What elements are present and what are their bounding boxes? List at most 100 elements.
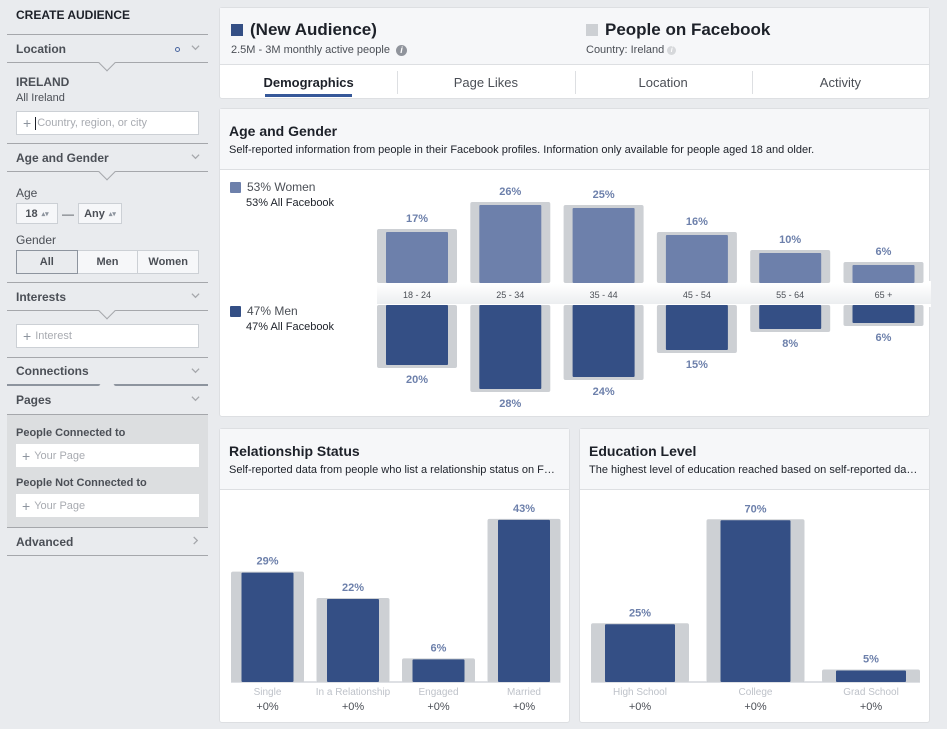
- women-value-label: 16%: [686, 216, 708, 228]
- tab-page-likes[interactable]: Page Likes: [397, 65, 574, 99]
- age-range-dash: —: [62, 206, 74, 221]
- chevron-right-icon[interactable]: [191, 536, 200, 545]
- value-label: 25%: [629, 607, 651, 619]
- age-category-label: 18 - 24: [403, 290, 431, 300]
- sidebar-title: CREATE AUDIENCE: [16, 8, 131, 22]
- age-max-select[interactable]: Any ▴▾: [78, 203, 122, 224]
- gender-men-button[interactable]: Men: [77, 250, 139, 274]
- age-min-select[interactable]: 18 ▴▾: [16, 203, 58, 224]
- data-bar: [836, 670, 906, 682]
- location-section-label: Location: [16, 41, 66, 56]
- location-section-header[interactable]: Location: [7, 34, 208, 72]
- connected-page-placeholder: Your Page: [34, 449, 86, 462]
- value-label: 22%: [342, 582, 364, 594]
- women-value-label: 10%: [779, 234, 801, 246]
- age-gender-description: Self-reported information from people in…: [229, 144, 815, 156]
- relationship-status-card: Relationship Status Self-reported data f…: [219, 428, 570, 723]
- gender-all-button[interactable]: All: [16, 250, 78, 274]
- education-level-card: Education Level The highest level of edu…: [579, 428, 930, 723]
- audience-header-card: (New Audience) 2.5M - 3M monthly active …: [219, 7, 930, 99]
- age-gender-section-body: Age 18 ▴▾ — Any ▴▾ Gender All Men Women: [7, 172, 208, 282]
- age-category-label: 25 - 34: [496, 290, 524, 300]
- interests-section-header[interactable]: Interests: [7, 282, 208, 320]
- age-category-label: 35 - 44: [590, 290, 618, 300]
- value-label: 5%: [863, 653, 879, 665]
- audience-title: (New Audience): [250, 20, 377, 39]
- category-label: Married: [507, 687, 541, 698]
- tab-location[interactable]: Location: [574, 65, 752, 99]
- women-value-label: 26%: [499, 186, 521, 198]
- age-category-label: 65 +: [875, 290, 893, 300]
- value-label: 29%: [256, 556, 278, 568]
- women-legend-label: 53% Women: [247, 180, 316, 194]
- men-bar: [759, 305, 822, 329]
- age-category-label: 55 - 64: [776, 290, 804, 300]
- age-gender-card: Age and Gender Self-reported information…: [219, 108, 931, 417]
- location-section-body: IRELAND All Ireland + Country, region, o…: [7, 63, 208, 143]
- data-bar: [241, 572, 294, 682]
- chevron-down-icon[interactable]: [191, 394, 200, 403]
- comparison-title: People on Facebook: [605, 20, 771, 39]
- location-country: IRELAND: [16, 75, 70, 89]
- women-legend: 53% Women 53% All Facebook: [230, 180, 334, 209]
- settings-dot-icon[interactable]: [175, 47, 180, 52]
- data-bar: [605, 624, 675, 682]
- people-not-connected-label: People Not Connected to: [16, 477, 147, 489]
- women-bar: [665, 235, 728, 283]
- men-value-label: 20%: [406, 374, 428, 386]
- connected-page-input[interactable]: + Your Page: [16, 444, 199, 467]
- chevron-down-icon[interactable]: [191, 366, 200, 375]
- not-connected-page-placeholder: Your Page: [34, 499, 86, 512]
- men-all-facebook: 47% All Facebook: [246, 321, 335, 333]
- tab-demographics[interactable]: Demographics: [220, 65, 397, 99]
- gender-label: Gender: [16, 233, 57, 247]
- plus-icon: +: [23, 115, 32, 131]
- men-swatch: [230, 305, 241, 317]
- age-gender-section-header[interactable]: Age and Gender: [7, 143, 208, 181]
- women-swatch: [230, 181, 241, 193]
- connections-section-header[interactable]: Connections: [7, 357, 208, 395]
- data-bar: [720, 520, 791, 682]
- gender-segmented-control: All Men Women: [16, 250, 200, 274]
- education-description: The highest level of education reached b…: [589, 464, 920, 476]
- advanced-section-label: Advanced: [16, 534, 74, 549]
- audience-size: 2.5M - 3M monthly active people: [231, 44, 390, 56]
- age-gender-title: Age and Gender: [229, 123, 338, 139]
- location-input[interactable]: + Country, region, or city: [16, 111, 199, 135]
- gender-women-button[interactable]: Women: [138, 250, 200, 274]
- data-bar: [327, 599, 379, 682]
- chevron-down-icon[interactable]: [191, 43, 200, 52]
- men-bar: [665, 305, 728, 350]
- men-value-label: 15%: [686, 359, 708, 371]
- women-value-label: 25%: [593, 189, 615, 201]
- education-level-chart: 25% High School +0% 70% College +0% 5% Grad Sch…: [591, 503, 920, 713]
- relationship-title: Relationship Status: [229, 443, 360, 459]
- category-label: Engaged: [418, 687, 458, 698]
- value-label: 43%: [513, 503, 535, 515]
- chevron-down-icon[interactable]: [191, 291, 200, 300]
- pages-section-header[interactable]: Pages: [7, 386, 208, 415]
- women-value-label: 17%: [406, 213, 428, 225]
- women-bar: [759, 253, 822, 283]
- age-label: Age: [16, 186, 38, 200]
- location-region: All Ireland: [16, 92, 65, 104]
- data-bar: [498, 519, 550, 682]
- men-value-label: 24%: [593, 386, 615, 398]
- tab-activity[interactable]: Activity: [751, 65, 929, 99]
- advanced-section-header[interactable]: Advanced: [7, 527, 208, 556]
- audience-color-swatch: [231, 24, 243, 36]
- info-icon[interactable]: i: [667, 45, 677, 55]
- men-legend: 47% Men 47% All Facebook: [230, 304, 334, 333]
- delta-label: +0%: [427, 701, 450, 713]
- delta-label: +0%: [744, 701, 767, 713]
- not-connected-page-input[interactable]: + Your Page: [16, 494, 199, 517]
- chevron-down-icon[interactable]: [191, 152, 200, 161]
- delta-label: +0%: [513, 701, 536, 713]
- insights-tabs: Demographics Page Likes Location Activit…: [220, 65, 929, 99]
- category-label: Grad School: [843, 687, 899, 698]
- info-icon[interactable]: i: [395, 44, 407, 56]
- age-min-value: 18: [25, 207, 38, 220]
- relationship-status-chart: 29% Single +0% 22% In a Relationship +0% 6% Eng…: [231, 503, 561, 713]
- interest-input[interactable]: + Interest: [16, 324, 199, 348]
- new-audience-summary: (New Audience) 2.5M - 3M monthly active …: [231, 20, 407, 56]
